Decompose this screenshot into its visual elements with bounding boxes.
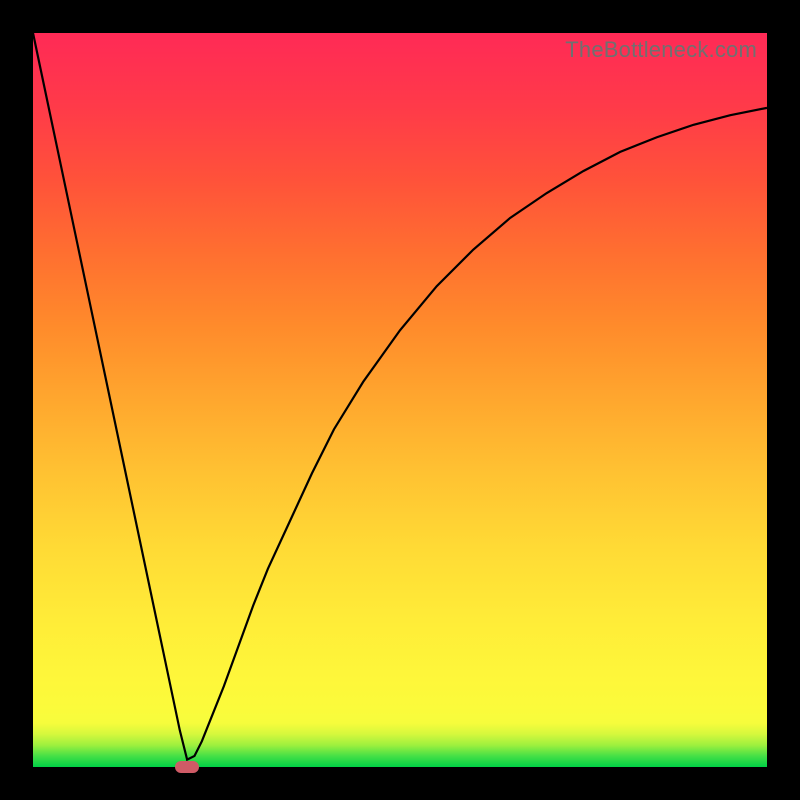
bottleneck-curve [33, 33, 767, 767]
minimum-marker [175, 761, 199, 773]
plot-area: TheBottleneck.com [33, 33, 767, 767]
curve-path [33, 33, 767, 760]
chart-frame: TheBottleneck.com [0, 0, 800, 800]
